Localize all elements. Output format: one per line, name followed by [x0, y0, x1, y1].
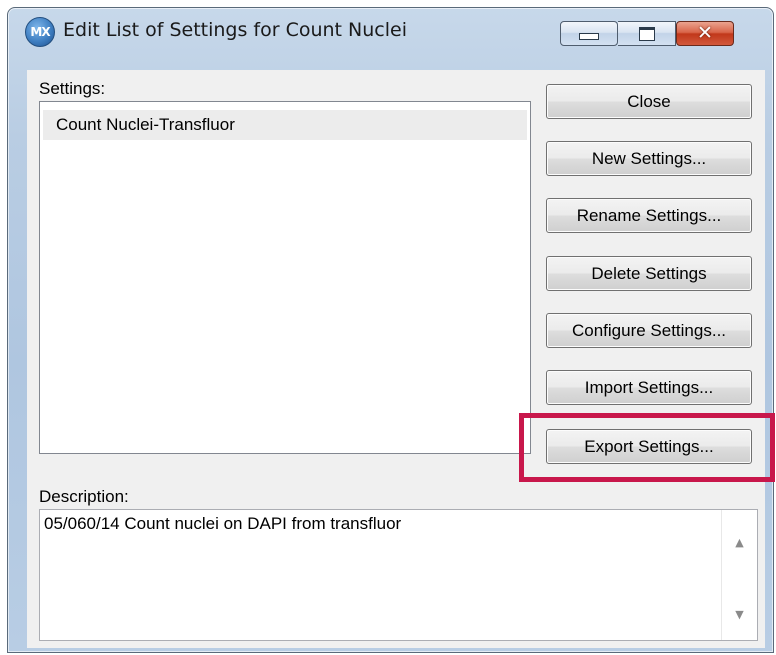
configure-settings-button[interactable]: Configure Settings...: [546, 313, 752, 348]
description-text: 05/060/14 Count nuclei on DAPI from tran…: [44, 514, 402, 533]
description-scrollbar[interactable]: ▲ ▼: [721, 510, 757, 640]
close-window-button[interactable]: ✕: [676, 21, 734, 46]
description-label: Description:: [39, 487, 129, 506]
list-item[interactable]: Count Nuclei-Transfluor: [43, 110, 527, 140]
description-field[interactable]: 05/060/14 Count nuclei on DAPI from tran…: [39, 509, 758, 641]
maximize-icon: [638, 26, 655, 41]
rename-settings-button[interactable]: Rename Settings...: [546, 198, 752, 233]
minimize-button[interactable]: [560, 21, 618, 46]
scroll-up-icon[interactable]: ▲: [722, 536, 757, 549]
new-settings-button[interactable]: New Settings...: [546, 141, 752, 176]
minimize-icon: [579, 33, 599, 40]
settings-label: Settings:: [39, 79, 106, 98]
app-logo-icon: MX: [25, 17, 55, 47]
maximize-button[interactable]: [618, 21, 676, 46]
import-settings-button[interactable]: Import Settings...: [546, 370, 752, 405]
export-settings-button[interactable]: Export Settings...: [546, 429, 752, 464]
window-title: Edit List of Settings for Count Nuclei: [63, 19, 407, 41]
close-button[interactable]: Close: [546, 84, 752, 119]
settings-list[interactable]: Count Nuclei-Transfluor: [39, 101, 531, 454]
scroll-down-icon[interactable]: ▼: [722, 608, 757, 621]
delete-settings-button[interactable]: Delete Settings: [546, 256, 752, 291]
close-icon: ✕: [697, 22, 713, 44]
